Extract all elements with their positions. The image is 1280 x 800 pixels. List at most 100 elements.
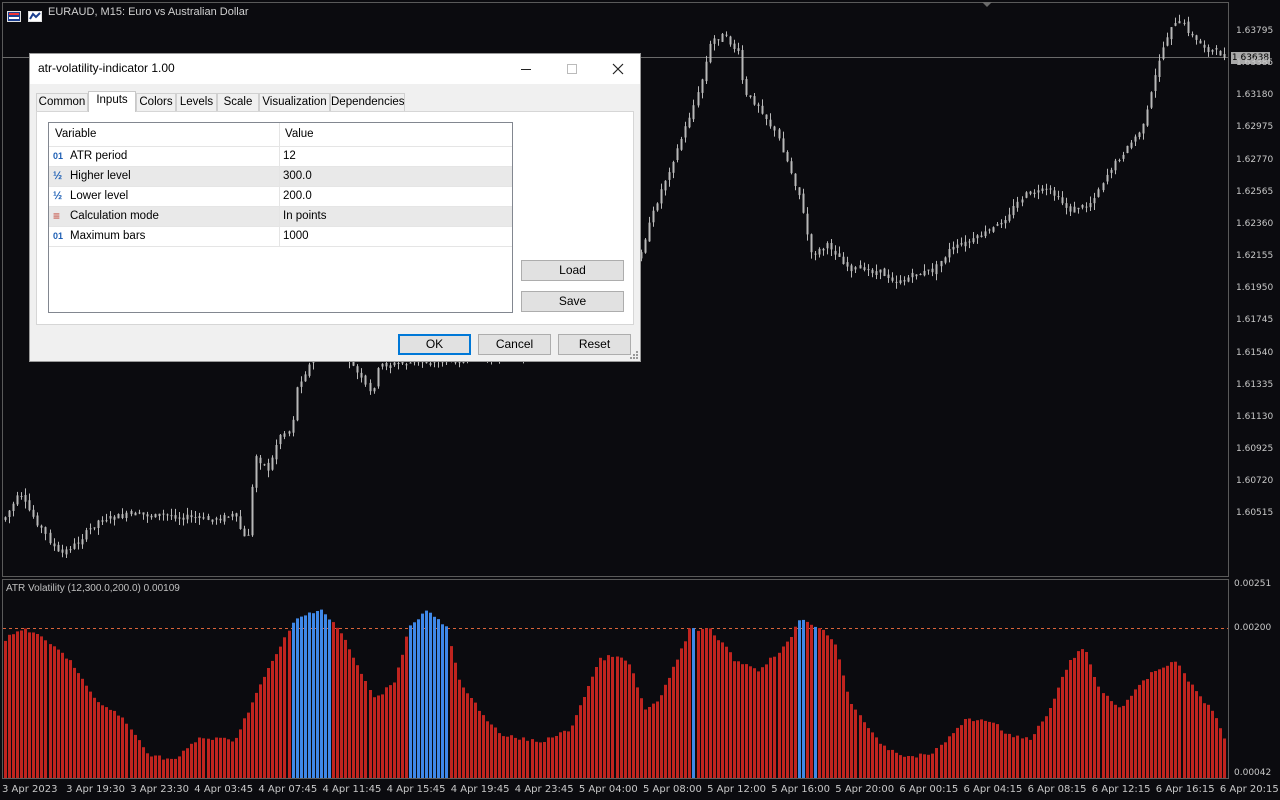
tab-dependencies[interactable]: Dependencies: [330, 93, 405, 111]
save-button[interactable]: Save: [521, 291, 624, 312]
atr-bar: [1021, 738, 1024, 778]
indicator-tick-label: 0.00251: [1234, 579, 1272, 589]
minimize-button[interactable]: [503, 54, 549, 84]
row-value[interactable]: In points: [283, 210, 326, 222]
table-row[interactable]: ≡ Calculation mode In points: [49, 207, 512, 227]
candle-body: [1122, 154, 1125, 159]
atr-bar: [1166, 665, 1169, 778]
atr-bar: [559, 732, 562, 778]
atr-bar: [1106, 695, 1109, 778]
atr-bar-high: [692, 628, 695, 778]
candle-body: [405, 364, 408, 366]
chart-menu-icon[interactable]: [7, 7, 21, 22]
candle-body: [697, 92, 700, 106]
maximize-button[interactable]: [549, 54, 595, 84]
candle-body: [964, 241, 967, 247]
reset-button[interactable]: Reset: [558, 334, 631, 355]
atr-bar: [919, 753, 922, 778]
one-click-trading-icon[interactable]: [28, 7, 42, 22]
table-row[interactable]: ½ Lower level 200.0: [49, 187, 512, 207]
atr-bar: [854, 709, 857, 778]
candle-body: [360, 372, 363, 378]
atr-bar: [956, 727, 959, 778]
dialog-titlebar[interactable]: atr-volatility-indicator 1.00: [30, 54, 640, 84]
atr-bar: [93, 697, 96, 778]
atr-bar: [348, 649, 351, 778]
tab-levels[interactable]: Levels: [176, 93, 217, 111]
candle-body: [915, 274, 918, 277]
row-value[interactable]: 12: [283, 150, 296, 162]
candle-body: [356, 366, 359, 373]
candle-body: [288, 431, 291, 434]
atr-bar: [174, 758, 177, 778]
candle-body: [170, 515, 173, 517]
row-variable: Higher level: [70, 170, 131, 182]
row-value[interactable]: 300.0: [283, 170, 312, 182]
integer-type-icon: 01: [53, 151, 64, 161]
atr-bar: [539, 742, 542, 778]
candle-body: [749, 95, 752, 97]
candle-body: [988, 229, 991, 231]
atr-bar: [77, 673, 80, 778]
price-tick-label: 1.61950: [1236, 283, 1274, 294]
tab-visualization[interactable]: Visualization: [259, 93, 330, 111]
atr-bar: [526, 740, 529, 778]
tab-scale[interactable]: Scale: [217, 93, 259, 111]
atr-bar: [53, 646, 56, 778]
candle-body: [940, 261, 943, 267]
atr-bar: [352, 657, 355, 778]
cancel-button[interactable]: Cancel: [478, 334, 551, 355]
atr-bar: [450, 646, 453, 778]
atr-bar: [709, 628, 712, 778]
column-value-header[interactable]: Value: [285, 128, 314, 140]
row-value[interactable]: 1000: [283, 230, 309, 242]
table-row[interactable]: 01 Maximum bars 1000: [49, 227, 512, 247]
close-button[interactable]: [595, 54, 641, 84]
table-row[interactable]: ½ Higher level 300.0: [49, 167, 512, 187]
atr-bar: [733, 661, 736, 778]
atr-bar: [1004, 733, 1007, 778]
tab-common[interactable]: Common: [36, 93, 88, 111]
atr-bar: [182, 750, 185, 778]
atr-bar: [591, 676, 594, 778]
tab-inputs[interactable]: Inputs: [88, 91, 136, 112]
table-row[interactable]: 01 ATR period 12: [49, 147, 512, 167]
atr-bar: [401, 654, 404, 778]
candle-body: [219, 518, 222, 521]
atr-bar: [899, 755, 902, 778]
atr-bar: [1130, 695, 1133, 778]
atr-bar-high: [296, 618, 299, 778]
inputs-grid[interactable]: Variable Value 01 ATR period 12 ½ Higher…: [48, 122, 513, 313]
candle-body: [1118, 160, 1121, 161]
tab-colors[interactable]: Colors: [136, 93, 176, 111]
row-value[interactable]: 200.0: [283, 190, 312, 202]
load-button[interactable]: Load: [521, 260, 624, 281]
atr-bar: [267, 668, 270, 778]
atr-bar: [903, 756, 906, 778]
atr-bar: [1012, 737, 1015, 778]
ok-button[interactable]: OK: [398, 334, 471, 355]
candle-body: [814, 253, 817, 255]
atr-bar: [288, 630, 291, 778]
atr-bar: [535, 741, 538, 778]
atr-bar-high: [814, 626, 817, 778]
time-tick-label: 4 Apr 11:45: [322, 784, 382, 795]
atr-bar: [684, 641, 687, 778]
time-tick-label: 3 Apr 19:30: [66, 784, 125, 795]
atr-bar: [405, 636, 408, 778]
time-tick-label: 5 Apr 20:00: [835, 784, 895, 795]
atr-bar: [369, 690, 372, 778]
resize-grip-icon[interactable]: [630, 351, 638, 359]
candle-body: [778, 129, 781, 139]
atr-bar: [1134, 689, 1137, 778]
atr-bar: [1102, 693, 1105, 778]
price-tick-label: 1.62770: [1236, 154, 1274, 165]
indicator-settings-dialog[interactable]: atr-volatility-indicator 1.00 Common Inp…: [29, 53, 641, 362]
candle-body: [854, 267, 857, 270]
atr-bar: [790, 637, 793, 778]
atr-bar: [377, 695, 380, 778]
column-variable-header[interactable]: Variable: [55, 128, 96, 140]
candle-body: [369, 382, 372, 392]
atr-bar: [16, 631, 19, 778]
price-tick-label: 1.63180: [1236, 90, 1274, 101]
